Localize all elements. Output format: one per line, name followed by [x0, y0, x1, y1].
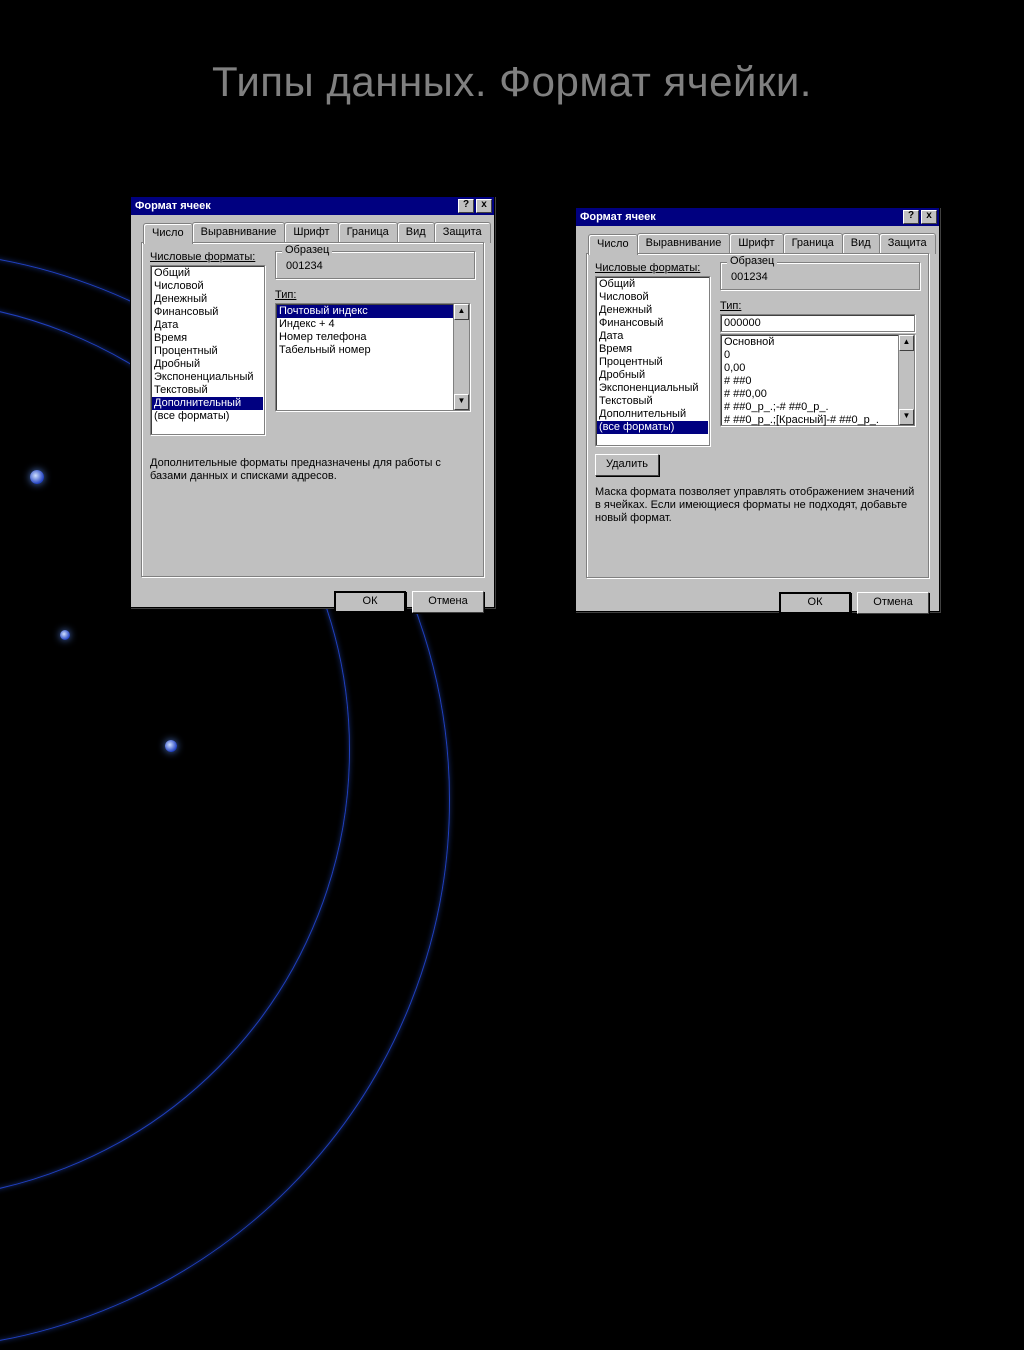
list-item[interactable]: Финансовый — [152, 306, 263, 319]
list-item[interactable]: # ##0 — [722, 375, 913, 388]
list-item[interactable]: Время — [152, 332, 263, 345]
list-item[interactable]: Экспоненциальный — [152, 371, 263, 384]
type-listbox[interactable]: Основной00,00# ##0# ##0,00# ##0_р_.;-# #… — [720, 334, 915, 426]
tab-protection[interactable]: Защита — [434, 222, 491, 243]
list-item[interactable]: 0 — [722, 349, 913, 362]
tab-border[interactable]: Граница — [338, 222, 398, 243]
tab-number[interactable]: Число — [143, 223, 193, 244]
decorative-dot — [165, 740, 177, 752]
format-cells-dialog-left: Формат ячеек ? x Число Выравнивание Шриф… — [130, 196, 495, 608]
decorative-dot — [30, 470, 44, 484]
list-item[interactable]: # ##0,00 — [722, 388, 913, 401]
list-item[interactable]: Общий — [152, 267, 263, 280]
type-listbox[interactable]: Почтовый индексИндекс + 4Номер телефонаТ… — [275, 303, 470, 411]
list-item[interactable]: # ##0_р_.;-# ##0_р_. — [722, 401, 913, 414]
ok-button[interactable]: ОК — [334, 591, 406, 613]
tab-view[interactable]: Вид — [397, 222, 435, 243]
window-title: Формат ячеек — [580, 211, 656, 223]
tab-protection[interactable]: Защита — [879, 233, 936, 254]
sample-value: 001234 — [727, 269, 913, 285]
sample-group-label: Образец — [282, 244, 332, 256]
tabs: Число Выравнивание Шрифт Граница Вид Защ… — [141, 221, 484, 242]
list-item[interactable]: Финансовый — [597, 317, 708, 330]
list-item[interactable]: Процентный — [152, 345, 263, 358]
list-item[interactable]: Время — [597, 343, 708, 356]
tab-panel: Числовые форматы: ОбщийЧисловойДенежныйФ… — [141, 242, 484, 577]
list-item[interactable]: Дробный — [152, 358, 263, 371]
slide-title: Типы данных. Формат ячейки. — [0, 58, 1024, 106]
description-text: Маска формата позволяет управлять отобра… — [595, 486, 920, 525]
list-item[interactable]: Дата — [152, 319, 263, 332]
tab-panel: Числовые форматы: ОбщийЧисловойДенежныйФ… — [586, 253, 929, 578]
list-item[interactable]: 0,00 — [722, 362, 913, 375]
tab-font[interactable]: Шрифт — [284, 222, 338, 243]
window-title: Формат ячеек — [135, 200, 211, 212]
list-item[interactable]: Текстовый — [152, 384, 263, 397]
list-item[interactable]: Экспоненциальный — [597, 382, 708, 395]
tab-font[interactable]: Шрифт — [729, 233, 783, 254]
titlebar[interactable]: Формат ячеек ? x — [576, 208, 939, 226]
scrollbar[interactable]: ▲ ▼ — [898, 335, 914, 425]
tab-alignment[interactable]: Выравнивание — [637, 233, 731, 254]
tab-view[interactable]: Вид — [842, 233, 880, 254]
format-cells-dialog-right: Формат ячеек ? x Число Выравнивание Шриф… — [575, 207, 940, 612]
list-item[interactable]: Дополнительный — [152, 397, 263, 410]
scroll-up-icon[interactable]: ▲ — [454, 304, 469, 320]
formats-label: Числовые форматы: — [150, 251, 265, 263]
list-item[interactable]: Дополнительный — [597, 408, 708, 421]
scrollbar[interactable]: ▲ ▼ — [453, 304, 469, 410]
list-item[interactable]: Числовой — [597, 291, 708, 304]
list-item[interactable]: Процентный — [597, 356, 708, 369]
list-item[interactable]: Номер телефона — [277, 331, 468, 344]
cancel-button[interactable]: Отмена — [412, 591, 484, 613]
list-item[interactable]: Денежный — [152, 293, 263, 306]
formats-label: Числовые форматы: — [595, 262, 710, 274]
formats-listbox[interactable]: ОбщийЧисловойДенежныйФинансовыйДатаВремя… — [595, 276, 710, 446]
list-item[interactable]: Основной — [722, 336, 913, 349]
close-button[interactable]: x — [476, 199, 492, 213]
list-item[interactable]: (все форматы) — [597, 421, 708, 434]
ok-button[interactable]: ОК — [779, 592, 851, 614]
list-item[interactable]: Дробный — [597, 369, 708, 382]
list-item[interactable]: Индекс + 4 — [277, 318, 468, 331]
scroll-down-icon[interactable]: ▼ — [899, 409, 914, 425]
help-button[interactable]: ? — [458, 199, 474, 213]
sample-group-label: Образец — [727, 255, 777, 267]
type-label: Тип: — [720, 300, 920, 312]
list-item[interactable]: Табельный номер — [277, 344, 468, 357]
close-button[interactable]: x — [921, 210, 937, 224]
scroll-down-icon[interactable]: ▼ — [454, 394, 469, 410]
delete-button[interactable]: Удалить — [595, 454, 659, 476]
list-item[interactable]: # ##0_р_.;[Красный]-# ##0_р_. — [722, 414, 913, 427]
list-item[interactable]: Почтовый индекс — [277, 305, 468, 318]
formats-listbox[interactable]: ОбщийЧисловойДенежныйФинансовыйДатаВремя… — [150, 265, 265, 435]
description-text: Дополнительные форматы предназначены для… — [150, 457, 475, 483]
list-item[interactable]: Общий — [597, 278, 708, 291]
tabs: Число Выравнивание Шрифт Граница Вид Защ… — [586, 232, 929, 253]
decorative-dot — [60, 630, 70, 640]
tab-border[interactable]: Граница — [783, 233, 843, 254]
list-item[interactable]: Дата — [597, 330, 708, 343]
tab-number[interactable]: Число — [588, 234, 638, 255]
tab-alignment[interactable]: Выравнивание — [192, 222, 286, 243]
scroll-up-icon[interactable]: ▲ — [899, 335, 914, 351]
titlebar[interactable]: Формат ячеек ? x — [131, 197, 494, 215]
type-label: Тип: — [275, 289, 475, 301]
sample-value: 001234 — [282, 258, 468, 274]
cancel-button[interactable]: Отмена — [857, 592, 929, 614]
help-button[interactable]: ? — [903, 210, 919, 224]
list-item[interactable]: (все форматы) — [152, 410, 263, 423]
list-item[interactable]: Текстовый — [597, 395, 708, 408]
list-item[interactable]: Числовой — [152, 280, 263, 293]
type-input[interactable]: 000000 — [720, 314, 915, 332]
list-item[interactable]: Денежный — [597, 304, 708, 317]
